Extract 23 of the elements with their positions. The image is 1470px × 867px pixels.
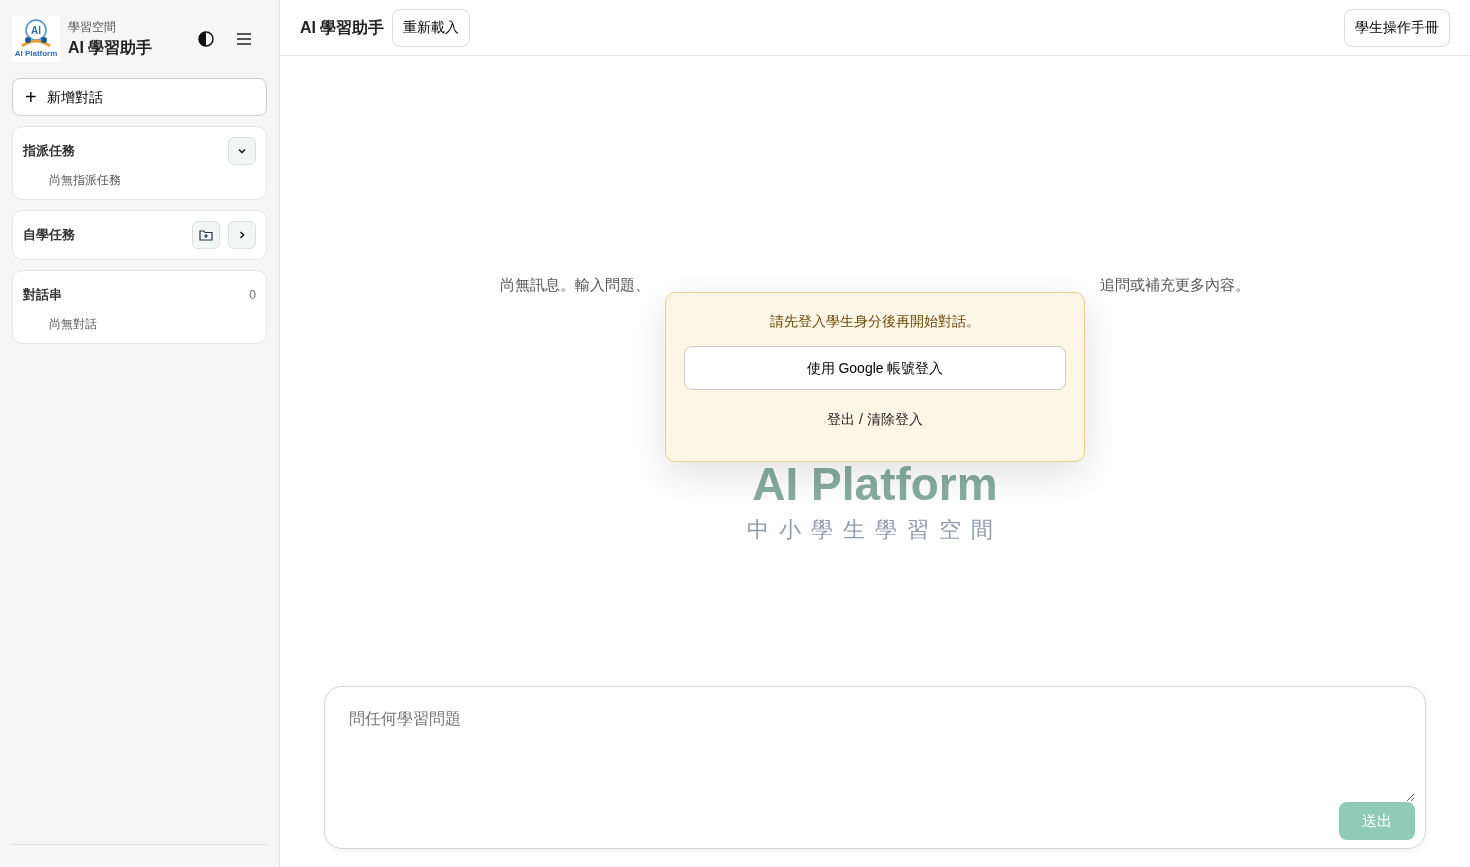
- folder-plus-icon[interactable]: [192, 221, 220, 249]
- page-title: AI 學習助手: [300, 17, 385, 38]
- section-title: 自學任務: [23, 226, 75, 245]
- empty-message: 追問或補充更多內容。: [1100, 275, 1250, 295]
- watermark-title: AI Platform: [752, 461, 998, 507]
- eyebrow-label: 學習空間: [68, 19, 117, 36]
- watermark-subtitle: 中小學生學習空間: [747, 516, 1003, 544]
- manual-button[interactable]: 學生操作手冊: [1344, 8, 1450, 47]
- thread-count: 0: [249, 286, 256, 304]
- logo-mark: AI: [31, 25, 41, 36]
- section-title: 對話串: [23, 286, 62, 305]
- plus-icon: +: [25, 87, 37, 107]
- logo-text: AI Platform: [14, 49, 58, 58]
- google-login-button[interactable]: 使用 Google 帳號登入: [684, 346, 1066, 390]
- new-chat-button[interactable]: + 新增對話: [12, 78, 267, 116]
- app-title: AI 學習助手: [68, 38, 153, 58]
- empty-message: 尚無訊息。輸入問題、: [500, 275, 650, 295]
- empty-text: 尚無指派任務: [48, 172, 122, 189]
- section-title: 指派任務: [23, 142, 75, 161]
- empty-text: 尚無對話: [48, 316, 98, 333]
- login-message: 請先登入學生身分後再開始對話。: [770, 312, 980, 331]
- logout-link[interactable]: 登出 / 清除登入: [821, 408, 929, 431]
- reload-button[interactable]: 重新載入: [392, 8, 471, 47]
